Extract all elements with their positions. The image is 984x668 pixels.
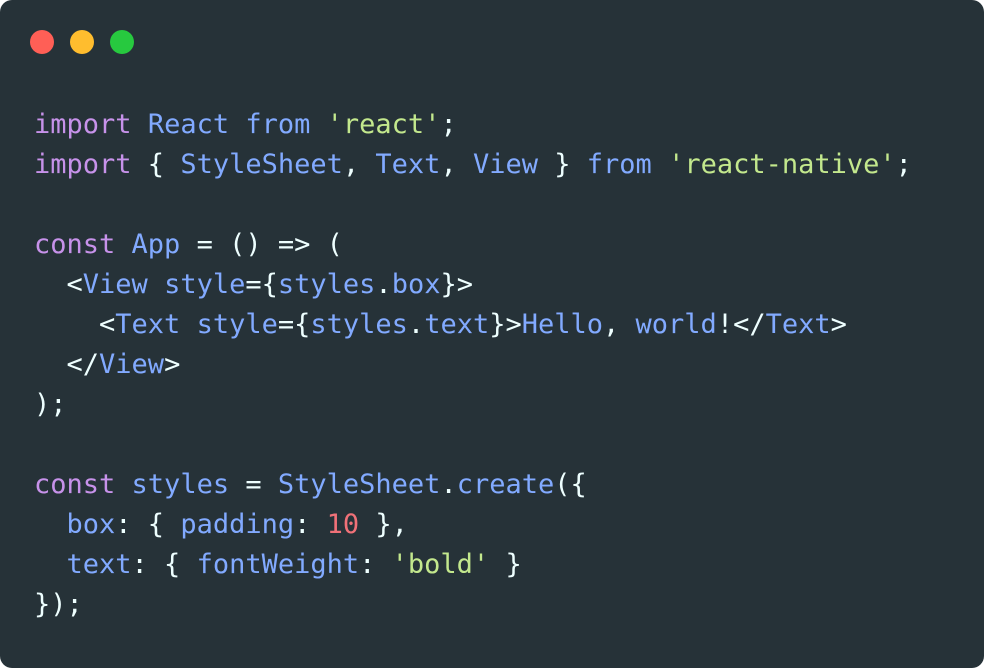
code-punctuation: ); — [34, 389, 67, 420]
code-identifier: styles — [310, 309, 408, 340]
code-punctuation: } — [489, 549, 522, 580]
code-punctuation — [132, 109, 148, 140]
code-identifier: styles — [131, 469, 230, 500]
code-line: ); — [34, 385, 912, 425]
code-punctuation: ; — [895, 149, 912, 180]
code-block[interactable]: import React from 'react'; import { Style… — [34, 105, 912, 625]
code-punctuation: </ — [34, 349, 100, 380]
code-punctuation: > — [164, 349, 181, 380]
code-line: <View style={styles.box}> — [34, 265, 912, 305]
code-punctuation: : — [359, 549, 392, 580]
code-keyword: import — [34, 109, 132, 140]
code-identifier: style — [164, 269, 246, 300]
code-identifier: world — [635, 309, 717, 340]
code-identifier: StyleSheet — [180, 149, 343, 180]
code-punctuation: }, — [359, 509, 408, 540]
code-identifier: box — [391, 269, 441, 300]
code-punctuation — [180, 309, 196, 340]
code-line: const App = () => ( — [34, 225, 912, 265]
code-identifier: from — [586, 149, 652, 180]
zoom-button[interactable] — [110, 30, 134, 54]
code-identifier: from — [245, 109, 311, 140]
code-punctuation: > — [830, 309, 847, 340]
code-punctuation: }); — [34, 589, 83, 620]
code-line: const styles = StyleSheet.create({ — [34, 465, 912, 505]
code-identifier: StyleSheet — [277, 469, 441, 500]
code-punctuation: . — [407, 309, 425, 340]
code-string: 'react' — [326, 109, 441, 140]
code-punctuation: ={ — [277, 309, 311, 340]
code-identifier: box — [66, 509, 116, 540]
code-string: 'bold' — [391, 549, 490, 580]
code-punctuation: , — [342, 149, 376, 180]
code-punctuation: < — [34, 309, 116, 340]
code-identifier: App — [131, 229, 181, 260]
code-number: 10 — [326, 509, 360, 540]
code-punctuation: ; — [440, 109, 457, 140]
code-line: </View> — [34, 345, 912, 385]
minimize-button[interactable] — [70, 30, 94, 54]
code-identifier: Text — [375, 149, 441, 180]
code-string: 'react-native' — [668, 149, 896, 180]
code-identifier: style — [196, 309, 278, 340]
window-controls — [30, 30, 134, 54]
code-punctuation: = () => ( — [180, 229, 343, 260]
code-punctuation: : { — [131, 549, 197, 580]
code-punctuation: < — [34, 269, 83, 300]
code-keyword: const — [34, 229, 116, 260]
code-punctuation — [652, 149, 668, 180]
code-punctuation: = — [229, 469, 278, 500]
code-line: import { StyleSheet, Text, View } from '… — [34, 145, 912, 185]
close-button[interactable] — [30, 30, 54, 54]
code-identifier: text — [424, 309, 490, 340]
code-punctuation: } — [537, 149, 587, 180]
code-punctuation: }> — [489, 309, 522, 340]
code-punctuation — [115, 229, 131, 260]
code-punctuation — [229, 109, 245, 140]
code-identifier: Hello — [521, 309, 604, 340]
code-punctuation: !</ — [716, 309, 766, 340]
code-identifier: padding — [180, 509, 295, 540]
code-punctuation: , — [440, 149, 473, 180]
code-identifier: text — [66, 549, 132, 580]
code-keyword: const — [34, 469, 116, 500]
code-punctuation — [34, 549, 67, 580]
code-identifier: fontWeight — [196, 549, 360, 580]
code-identifier: View — [99, 349, 165, 380]
code-identifier: Text — [765, 309, 831, 340]
code-identifier: React — [147, 109, 230, 140]
code-punctuation: . — [375, 269, 392, 300]
code-window: import React from 'react'; import { Style… — [0, 0, 984, 668]
code-punctuation: { — [131, 149, 181, 180]
code-keyword: import — [34, 149, 132, 180]
code-line: text: { fontWeight: 'bold' } — [34, 545, 912, 585]
code-punctuation: : — [294, 509, 327, 540]
code-punctuation — [310, 109, 326, 140]
code-punctuation: ({ — [554, 469, 587, 500]
code-punctuation: , — [603, 309, 636, 340]
code-punctuation — [148, 269, 164, 300]
code-punctuation — [115, 469, 131, 500]
code-line: <Text style={styles.text}>Hello, world!<… — [34, 305, 912, 345]
code-punctuation — [34, 509, 67, 540]
code-identifier: View — [472, 149, 538, 180]
code-punctuation: . — [440, 469, 457, 500]
code-identifier: styles — [277, 269, 376, 300]
code-identifier: Text — [115, 309, 181, 340]
code-punctuation: : { — [115, 509, 181, 540]
code-identifier: create — [456, 469, 555, 500]
code-identifier: View — [82, 269, 148, 300]
code-line: box: { padding: 10 }, — [34, 505, 912, 545]
code-punctuation: }> — [440, 269, 473, 300]
code-line: import React from 'react'; — [34, 105, 912, 145]
code-punctuation: ={ — [245, 269, 278, 300]
code-line: }); — [34, 585, 912, 625]
